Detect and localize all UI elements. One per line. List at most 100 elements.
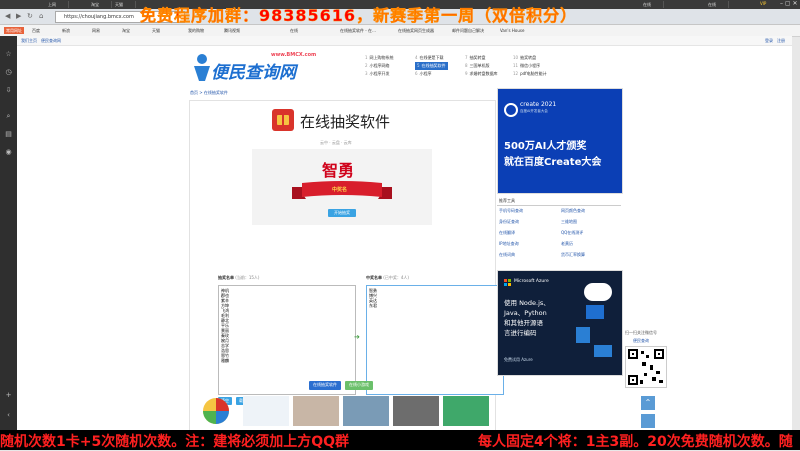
winners-label: 中奖名单 (已中奖：4人) [366, 275, 409, 280]
nav-item[interactable]: 11 微信小程序 [513, 62, 540, 70]
winner-name: 智勇 [322, 161, 355, 180]
tool-link[interactable]: IP地址查询 [499, 241, 519, 247]
bookmark-item[interactable]: 我的购物 [188, 27, 204, 34]
home-icon[interactable]: ⌂ [39, 12, 43, 20]
search-icon[interactable]: ⌕ [4, 112, 13, 121]
bookmark-item[interactable]: 腾讯视频 [224, 27, 240, 34]
cloud-icon [584, 283, 612, 301]
browser-tab[interactable]: 淘宝 [88, 1, 112, 8]
tool-link[interactable]: 网页颜色查询 [561, 208, 585, 214]
related-game-button[interactable]: 在线小游戏 [345, 381, 373, 390]
browser-tab[interactable]: 在线 [705, 1, 729, 8]
ad-brand: Microsoft Azure [514, 279, 549, 284]
tool-link[interactable]: QQ在线测评 [561, 230, 583, 236]
nav-item[interactable]: 9 求婚转盘数据库 [465, 70, 498, 78]
tool-link[interactable]: 在线翻译 [499, 230, 515, 236]
browser-tab[interactable]: 在线 [640, 1, 664, 8]
thumb-marquee[interactable] [243, 396, 289, 426]
history-icon[interactable]: ◷ [4, 68, 13, 77]
nav-item[interactable]: 2 小程序网络 [365, 62, 390, 70]
baidu-ad-banner[interactable]: create 2021 百度AI开发者大会 500万AI人才颁奖 就在百度Cre… [497, 88, 623, 194]
draw-display: 智勇 中奖名 开始抽奖 [252, 149, 432, 225]
qr-caption: 扫一扫关注微信号 [625, 330, 657, 335]
bookmark-item[interactable]: 在线抽奖软件 - 在… [340, 27, 376, 34]
scroll-top-button[interactable]: ⌃ [641, 396, 655, 410]
tool-link[interactable]: 手机号码查询 [499, 208, 523, 214]
site-link[interactable]: 便民查询网 [41, 38, 61, 44]
forward-icon[interactable]: ▶ [16, 12, 21, 20]
nav-item[interactable]: 7 抽奖转盘 [465, 54, 486, 62]
login-link[interactable]: 登录 [765, 38, 773, 44]
download-icon[interactable]: ⇩ [4, 86, 13, 95]
tools-heading: 推荐工具 [499, 198, 515, 203]
bookmark-item[interactable]: 在线抽奖网页生成器 [398, 27, 434, 34]
bookmark-item[interactable]: 百度 [32, 27, 40, 34]
top-strip: 我们主页 便民查询网 登录 注册 [17, 36, 792, 46]
top-nav: 1 网上购物系统 2 小程序网络 3 小程序开发 4 在线便是下载 5 在线抽奖软件 6小… [365, 54, 565, 82]
nav-item[interactable]: 10 抽奖转盘 [513, 54, 536, 62]
bookmark-item[interactable]: 天猫 [152, 27, 160, 34]
java-icon [576, 327, 590, 343]
bookmark-item[interactable]: 邮件问题自己解决 [452, 27, 484, 34]
winners-textarea[interactable]: 智勇 博兴 英达 东君 [366, 285, 504, 395]
nav-item-active[interactable]: 5 在线抽奖软件 [415, 62, 448, 70]
ad-line: 和其他开源语 [504, 319, 543, 327]
breadcrumb-home[interactable]: 首页 [190, 90, 198, 95]
browser-tab[interactable]: 上网 [45, 1, 69, 8]
collapse-icon[interactable]: ‹ [4, 411, 13, 420]
refresh-icon[interactable]: ↻ [27, 12, 33, 20]
register-link[interactable]: 注册 [777, 38, 785, 44]
vip-badge[interactable]: VIP [760, 1, 766, 6]
logo-text: 便民查询网 [211, 63, 296, 83]
tool-title: 在线抽奖软件 [300, 113, 391, 131]
nav-item[interactable]: 12 pdf电脑性能计 [513, 70, 547, 78]
related-tool-button[interactable]: 在线抽奖软件 [309, 381, 341, 390]
breadcrumb-current[interactable]: 在线抽奖软件 [204, 90, 228, 95]
window-controls[interactable]: – ▢ ✕ [780, 0, 798, 7]
azure-ad-banner[interactable]: Microsoft Azure 使用 Node.js、 Java、Python … [497, 270, 623, 376]
list-label: 抽奖名单 (当前：15人) [218, 275, 260, 280]
thumb-wheel[interactable] [193, 396, 239, 426]
bookmark-item[interactable]: 网易 [92, 27, 100, 34]
ad-cta[interactable]: 免费试用 Azure [504, 357, 533, 363]
nav-item[interactable]: 3 小程序开发 [365, 70, 390, 78]
bookmark-item[interactable]: Van's House [500, 27, 524, 34]
bookmark-item[interactable]: 新浪 [62, 27, 70, 34]
nav-item[interactable]: 1 网上购物系统 [365, 54, 394, 62]
tools-panel: 推荐工具 手机号码查询 网页颜色查询 身份证查询 三维地图 在线翻译 QQ在线测… [497, 196, 621, 266]
thumb-numbers[interactable] [443, 396, 489, 426]
bookmark-item[interactable]: 常用网址 [4, 27, 24, 34]
tool-link[interactable]: 老黄历 [561, 241, 573, 247]
star-icon[interactable]: ☆ [4, 50, 13, 59]
start-draw-button[interactable]: 开始抽奖 [328, 209, 356, 217]
ad-slogan-2: 就在百度Create大会 [504, 157, 602, 168]
thumb-portrait[interactable] [293, 396, 339, 426]
thumb-game[interactable] [343, 396, 389, 426]
back-icon[interactable]: ◀ [5, 12, 10, 20]
overlay-top-text: 免费程序加群：98385616，新赛季第一周（双倍积分） [140, 6, 578, 25]
code-window-icon [586, 305, 604, 319]
add-icon[interactable]: + [4, 391, 13, 400]
nav-item[interactable]: 6 小程序 [415, 70, 432, 78]
site-logo[interactable]: 便民查询网 www.BMCX.com [191, 50, 356, 84]
tool-link[interactable]: 在线词典 [499, 252, 515, 258]
tool-link[interactable]: 货币汇率换算 [561, 252, 585, 258]
document-icon[interactable]: ▤ [4, 130, 13, 139]
browser-tab[interactable]: 天猫 [112, 1, 136, 8]
ribbon-text: 中奖名 [332, 187, 348, 193]
feedback-button[interactable] [641, 414, 655, 428]
home-link[interactable]: 我们主页 [21, 38, 37, 44]
tool-link[interactable]: 身份证查询 [499, 219, 519, 225]
ad-line: 使用 Node.js、 [504, 299, 550, 307]
ad-line: Java、Python [504, 309, 547, 317]
game-icon[interactable]: ◉ [4, 148, 13, 157]
nav-item[interactable]: 4 在线便是下载 [415, 54, 444, 62]
qr-account: 便民查询 [633, 338, 649, 343]
tool-link[interactable]: 三维地图 [561, 219, 577, 225]
participants-textarea[interactable]: 神机 郡也 紫辛 方坤 飞鸿 毛利 静北 平乐 景丽 秦玫 婉月 志学 浩思 恩… [218, 285, 356, 395]
bookmark-item[interactable]: 淘宝 [122, 27, 130, 34]
bookmark-item[interactable]: 在线 [290, 27, 298, 34]
thumb-box[interactable] [393, 396, 439, 426]
nav-item[interactable]: 8 三国单机版 [465, 62, 490, 70]
create-logo-icon [504, 103, 518, 117]
